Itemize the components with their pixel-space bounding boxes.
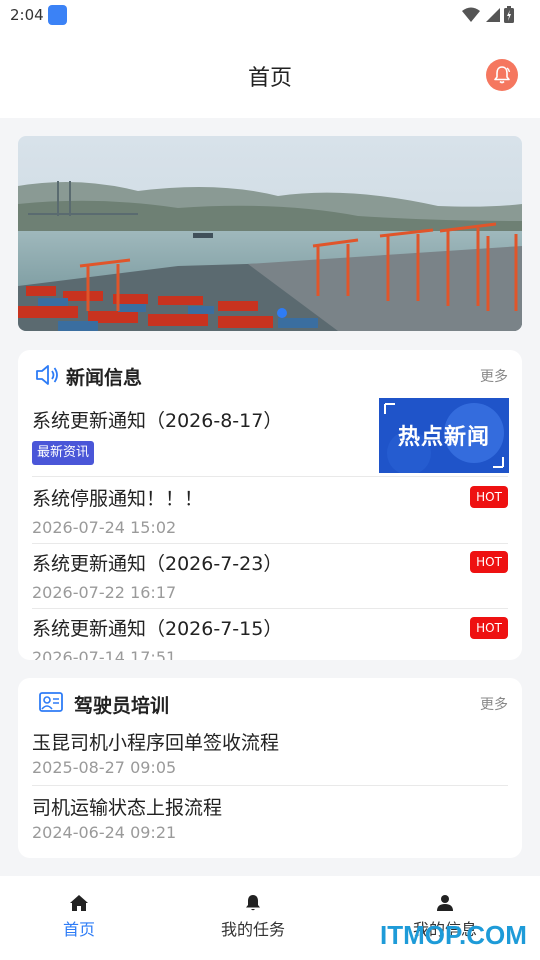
news-card-header: 新闻信息 更多: [18, 350, 522, 396]
tab-my-tasks-label: 我的任务: [220, 920, 285, 939]
latest-news-tag: 最新资讯: [32, 441, 95, 465]
app-notification-icon: [48, 5, 67, 25]
carousel-indicator[interactable]: [277, 308, 287, 318]
training-item-date: 2025-08-27 09:05: [32, 758, 177, 777]
news-thumbnail-text: 热点新闻: [397, 425, 490, 450]
training-card-header: 驾驶员培训 更多: [18, 678, 522, 724]
bell-ring-icon: [494, 66, 511, 84]
training-list-item[interactable]: 玉昆司机小程序回单签收流程 2025-08-27 09:05: [32, 726, 508, 784]
training-item-title: 玉昆司机小程序回单签收流程: [32, 732, 280, 754]
news-item-date: 2026-07-22 16:17: [32, 583, 177, 602]
news-item-title: 系统更新通知（2026-7-15）: [32, 618, 283, 640]
training-list-item[interactable]: 司机运输状态上报流程 2024-06-24 09:21: [32, 791, 508, 849]
tab-home-label: 首页: [62, 920, 95, 939]
status-bar: 2:04: [0, 0, 540, 32]
news-item-date: 2026-07-14 17:51: [32, 648, 177, 660]
watermark-text: ITMOP.COM: [380, 920, 527, 950]
home-icon: [70, 895, 88, 911]
training-icon: [39, 692, 63, 712]
news-card: 新闻信息 更多 系统更新通知（2026-8-17） 最新资讯 热点新闻 系统停服…: [18, 350, 522, 660]
hot-badge: HOT: [470, 551, 508, 573]
divider: [32, 785, 508, 786]
divider: [32, 476, 508, 477]
divider: [32, 543, 508, 544]
tab-my-tasks[interactable]: 我的任务: [193, 894, 313, 940]
news-more-link[interactable]: 更多: [480, 366, 508, 386]
battery-icon: [504, 6, 514, 23]
status-icons: [462, 6, 514, 23]
hot-badge: HOT: [470, 617, 508, 639]
app-header: 首页: [0, 32, 540, 118]
notification-button[interactable]: [486, 59, 518, 91]
speaker-icon: [36, 365, 58, 385]
news-thumbnail: 热点新闻: [379, 398, 509, 473]
news-list-item[interactable]: 系统更新通知（2026-7-15） 2026-07-14 17:51 HOT: [32, 614, 508, 660]
training-item-date: 2024-06-24 09:21: [32, 823, 177, 842]
divider: [32, 608, 508, 609]
hot-badge: HOT: [470, 486, 508, 508]
status-time: 2:04: [10, 6, 44, 24]
training-more-link[interactable]: 更多: [480, 694, 508, 714]
news-item-date: 2026-07-24 15:02: [32, 518, 177, 537]
banner-carousel[interactable]: [18, 136, 522, 331]
training-card: 驾驶员培训 更多 玉昆司机小程序回单签收流程 2025-08-27 09:05 …: [18, 678, 522, 858]
news-list-item[interactable]: 系统停服通知！！！ 2026-07-24 15:02 HOT: [32, 482, 508, 542]
tab-home[interactable]: 首页: [19, 894, 139, 940]
page-title: 首页: [247, 66, 292, 91]
training-card-title: 驾驶员培训: [74, 695, 170, 717]
news-item-title: 系统停服通知！！！: [32, 488, 204, 510]
news-item-title: 系统更新通知（2026-8-17）: [32, 410, 283, 432]
bell-icon: [246, 895, 260, 911]
news-card-title: 新闻信息: [66, 367, 143, 389]
person-icon: [437, 895, 453, 911]
training-item-title: 司机运输状态上报流程: [32, 797, 223, 819]
port-banner-image: [18, 136, 522, 331]
news-list-item[interactable]: 系统更新通知（2026-7-23） 2026-07-22 16:17 HOT: [32, 548, 508, 608]
wifi-icon: [462, 7, 480, 22]
news-item-title: 系统更新通知（2026-7-23）: [32, 553, 283, 575]
signal-icon: [486, 7, 500, 22]
news-featured-item[interactable]: 系统更新通知（2026-8-17） 最新资讯 热点新闻: [32, 398, 509, 474]
